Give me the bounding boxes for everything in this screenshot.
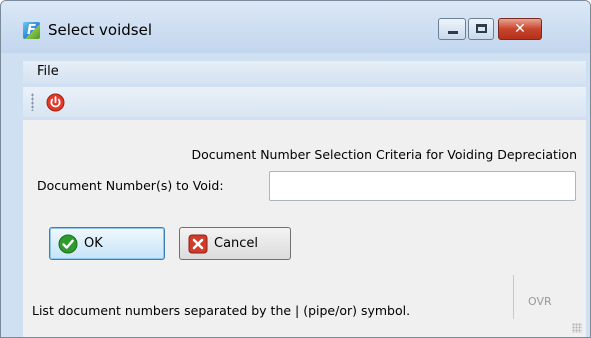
app-window: F Select voidsel ✕ File Document Number …	[0, 0, 591, 338]
criteria-heading: Document Number Selection Criteria for V…	[191, 147, 577, 162]
close-icon: ✕	[514, 21, 526, 37]
toolbar-grip[interactable]	[31, 93, 34, 111]
menu-item-file[interactable]: File	[37, 64, 59, 79]
minimize-button[interactable]	[438, 18, 466, 40]
toolbar	[23, 87, 586, 117]
document-number-input[interactable]	[269, 171, 576, 201]
exit-button[interactable]	[46, 93, 65, 112]
ok-button[interactable]: OK	[49, 227, 165, 260]
title-bar[interactable]: F Select voidsel ✕	[1, 1, 590, 53]
power-icon	[46, 93, 65, 112]
check-icon	[58, 234, 78, 253]
app-logo-icon: F	[23, 22, 40, 39]
document-number-label: Document Number(s) to Void:	[37, 178, 224, 193]
cancel-x-icon	[188, 234, 208, 253]
cancel-button[interactable]: Cancel	[179, 227, 291, 260]
form-panel: Document Number Selection Criteria for V…	[23, 120, 586, 337]
ok-label: OK	[84, 236, 103, 251]
maximize-icon	[476, 24, 487, 33]
status-hint: List document numbers separated by the |…	[32, 303, 411, 318]
close-button[interactable]: ✕	[498, 18, 542, 40]
overwrite-mode-indicator: OVR	[528, 295, 552, 308]
minimize-icon	[448, 31, 458, 34]
maximize-button[interactable]	[468, 18, 494, 40]
window-title: Select voidsel	[48, 21, 152, 39]
status-divider	[513, 275, 514, 319]
menu-bar: File	[23, 61, 586, 84]
cancel-label: Cancel	[214, 236, 259, 251]
resize-grip[interactable]	[572, 323, 582, 333]
